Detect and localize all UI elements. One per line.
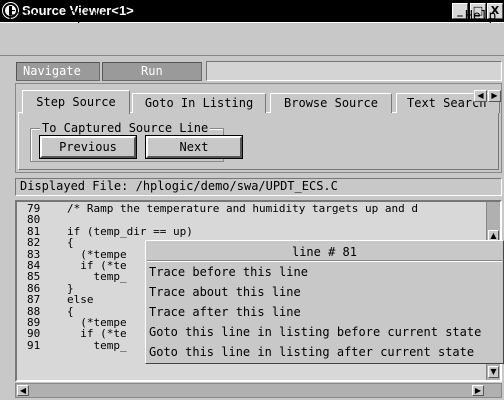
context-menu-separator [147,260,502,262]
next-button[interactable]: Next [145,135,243,159]
line-code: temp_ [67,338,127,352]
line-number: 83 [27,247,41,261]
menu-help[interactable]: Help [465,9,496,24]
menu-item-trace-about[interactable]: Trace about this line [149,285,301,299]
tab-browse-source[interactable]: Browse Source [270,93,392,113]
run-mode-button[interactable]: Run [102,62,202,81]
line-code: /* Ramp the temperature and humidity tar… [67,202,418,215]
line-number: 91 [27,338,41,352]
source-line[interactable]: 91 temp_ [27,340,127,351]
line-number: 82 [27,236,41,250]
line-code: if (temp_dir == up) [67,224,193,238]
line-number: 85 [27,270,41,284]
source-line[interactable]: 80 [27,214,67,225]
source-line[interactable]: 89 (*tempe [27,317,127,328]
mode-status-field [206,61,502,81]
menu-item-goto-listing-before[interactable]: Goto this line in listing before current… [149,325,481,339]
menu-item-trace-after[interactable]: Trace after this line [149,305,301,319]
menu-bar [0,22,504,56]
scroll-right-icon[interactable]: ▶ [472,385,484,396]
context-menu-title: line # 81 [291,245,358,259]
source-line[interactable]: 90 if (*te [27,328,127,339]
line-number: 89 [27,316,41,329]
previous-button[interactable]: Previous [39,135,137,159]
menu-item-goto-listing-after[interactable]: Goto this line in listing after current … [149,345,474,359]
menu-options[interactable]: Options [69,9,124,24]
source-line[interactable]: 82{ [27,237,74,248]
source-line[interactable]: 85 temp_ [27,271,127,282]
line-number: 81 [27,224,41,238]
navigate-mode-button[interactable]: Navigate [16,62,100,81]
source-line[interactable]: 88{ [27,306,74,317]
scroll-down-icon[interactable]: ▼ [488,366,499,378]
line-number: 86 [27,281,41,295]
tab-step-source[interactable]: Step Source [22,90,130,114]
scroll-left-icon[interactable]: ◀ [17,385,29,396]
horizontal-scrollbar[interactable]: ◀ ▶ [15,383,502,398]
menu-item-trace-before[interactable]: Trace before this line [149,265,308,279]
source-line[interactable]: 81 if (temp_dir == up) [27,226,193,237]
line-number: 80 [27,213,41,227]
menu-file[interactable]: File [8,9,39,24]
line-code: temp_ [67,270,127,284]
tabs-scroll-left-icon[interactable]: ◀ [474,90,487,102]
line-number: 88 [27,304,41,318]
source-line[interactable]: 83 (*tempe [27,249,127,260]
displayed-file-label: Displayed File: /hplogic/demo/swa/UPDT_E… [20,179,338,193]
tab-goto-in-listing[interactable]: Goto In Listing [132,93,266,113]
source-line[interactable]: 79 /* Ramp the temperature and humidity t… [27,203,418,214]
menu-trace[interactable]: Trace [138,9,177,24]
tabs-scroll-right-icon[interactable]: ▶ [488,90,501,102]
source-line[interactable]: 87 else [27,294,94,305]
line-number: 84 [27,259,41,272]
line-number: 90 [27,327,41,341]
line-number: 87 [27,293,41,307]
line-number: 79 [27,202,41,215]
source-line[interactable]: 86} [27,283,74,294]
source-line[interactable]: 84 if (*te [27,260,127,271]
group-label: To Captured Source Line [40,121,211,135]
